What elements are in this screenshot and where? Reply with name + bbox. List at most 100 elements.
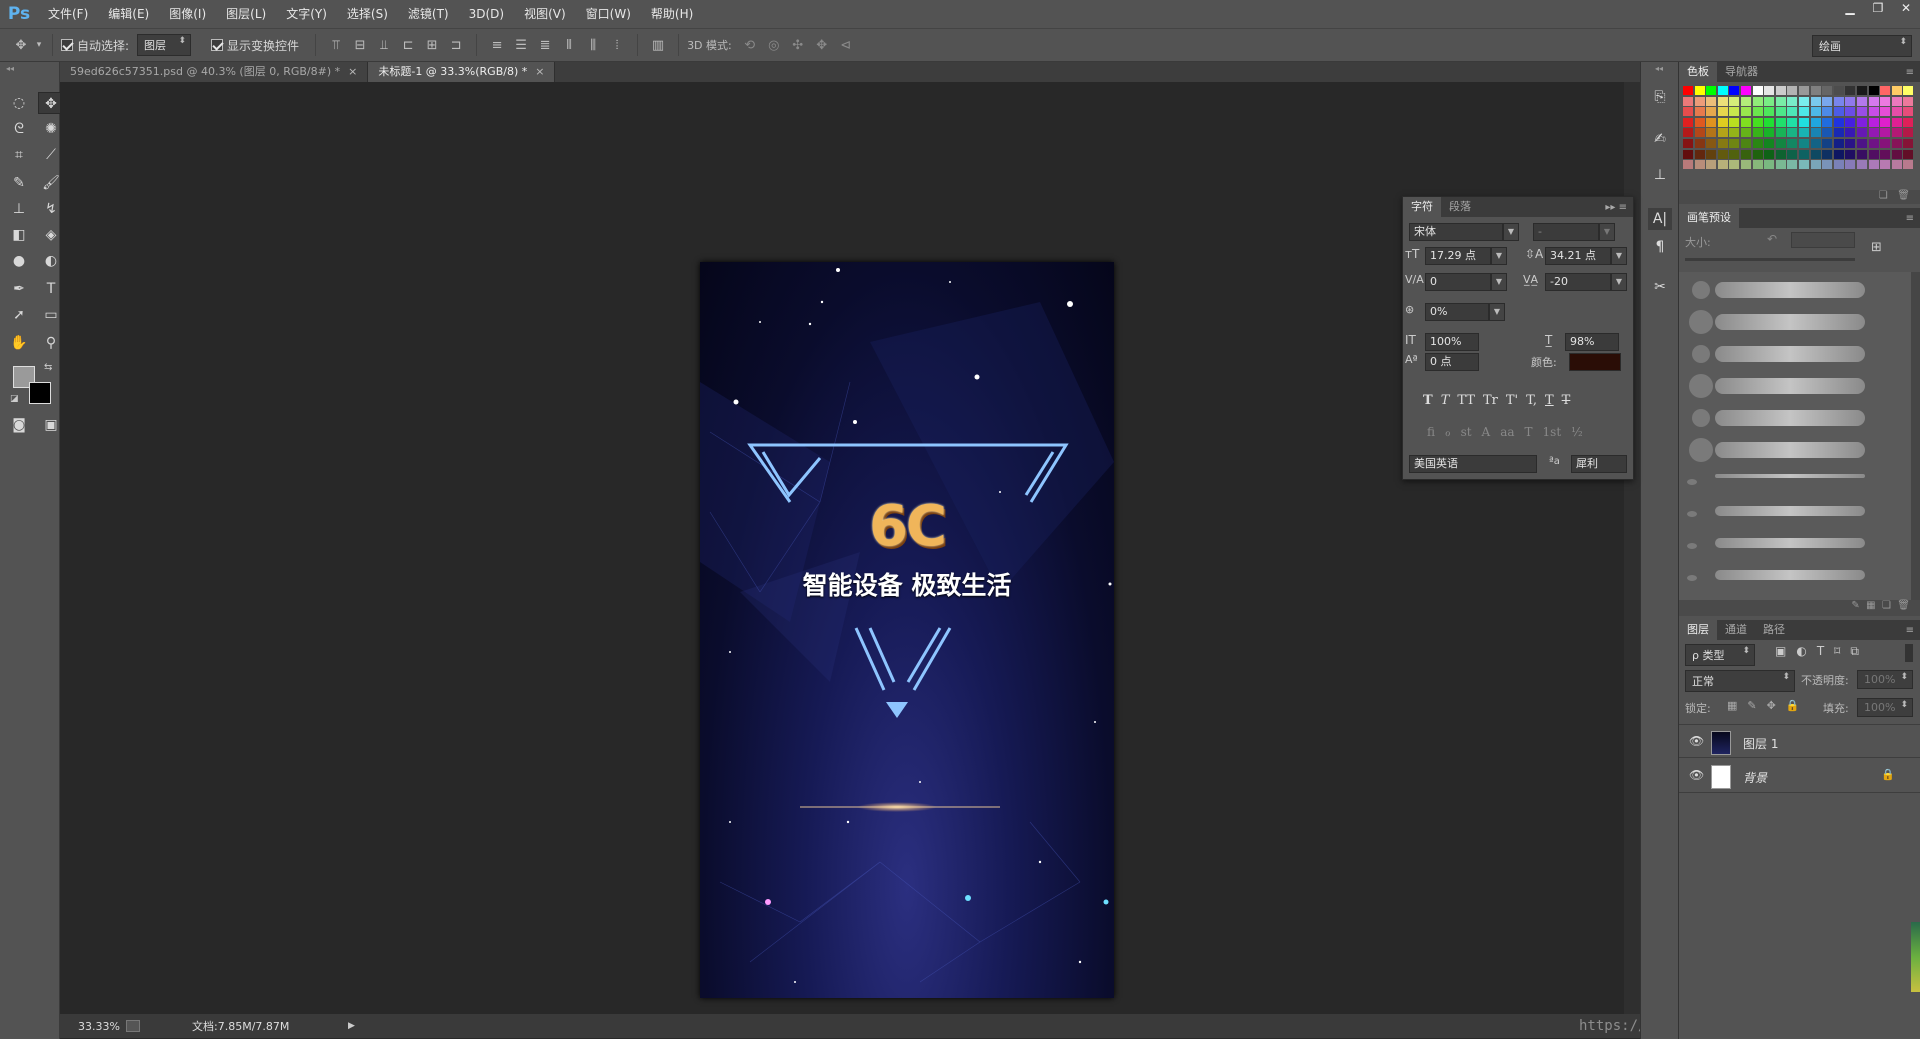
color-swatch[interactable] bbox=[1741, 149, 1751, 159]
color-swatch[interactable] bbox=[1741, 128, 1751, 138]
color-swatch[interactable] bbox=[1880, 86, 1891, 95]
layer-row[interactable]: 👁 背景 🔒 bbox=[1679, 759, 1920, 793]
color-swatch[interactable] bbox=[1845, 117, 1856, 127]
color-swatch[interactable] bbox=[1810, 160, 1821, 170]
tool-preset-chevron-icon[interactable]: ▾ bbox=[34, 40, 44, 50]
color-swatch[interactable] bbox=[1694, 160, 1705, 170]
brush-preset[interactable] bbox=[1679, 406, 1911, 430]
lock-pixels-icon[interactable]: ✎ bbox=[1747, 699, 1756, 712]
chevron-down-icon[interactable]: ▼ bbox=[1489, 303, 1505, 321]
brush-preset[interactable] bbox=[1679, 310, 1911, 334]
color-swatch[interactable] bbox=[1799, 117, 1809, 127]
shape-filter-icon[interactable]: ⌑ bbox=[1834, 644, 1840, 659]
brush-preset[interactable] bbox=[1679, 438, 1911, 462]
lock-all-icon[interactable]: 🔒 bbox=[1786, 699, 1800, 712]
zoom-level[interactable]: 33.33% bbox=[60, 1020, 126, 1033]
color-swatch[interactable] bbox=[1891, 149, 1902, 159]
color-swatch[interactable] bbox=[1694, 128, 1705, 138]
color-swatch[interactable] bbox=[1741, 117, 1751, 127]
color-swatch[interactable] bbox=[1822, 160, 1833, 170]
align-bottom-icon[interactable]: ⫫ bbox=[372, 38, 396, 53]
tab-brush-presets[interactable]: 画笔预设 bbox=[1679, 208, 1739, 228]
tool-presets-icon[interactable]: ✂ bbox=[1648, 276, 1672, 298]
path-select-icon[interactable]: ➚ bbox=[6, 304, 32, 326]
color-swatch[interactable] bbox=[1752, 117, 1763, 127]
layer-filter-dropdown[interactable]: ρ 类型 bbox=[1685, 644, 1755, 666]
baseline-shift-field[interactable]: 0 点 bbox=[1425, 353, 1479, 371]
color-swatch[interactable] bbox=[1706, 96, 1717, 106]
healing-brush-icon[interactable]: ✎ bbox=[6, 172, 32, 194]
auto-align-icon[interactable]: ▥ bbox=[646, 38, 670, 53]
color-swatch[interactable] bbox=[1706, 160, 1717, 170]
color-swatch[interactable] bbox=[1775, 149, 1786, 159]
color-swatch[interactable] bbox=[1857, 96, 1867, 106]
color-swatch[interactable] bbox=[1717, 128, 1728, 138]
font-style-field[interactable]: - bbox=[1533, 223, 1599, 241]
color-swatch[interactable] bbox=[1891, 128, 1902, 138]
tab-document-1[interactable]: 59ed626c57351.psd @ 40.3% (图层 0, RGB/8#)… bbox=[60, 62, 369, 82]
underline-button[interactable]: T bbox=[1545, 393, 1554, 408]
color-swatch[interactable] bbox=[1833, 160, 1844, 170]
color-swatch[interactable] bbox=[1683, 149, 1693, 159]
auto-select-dropdown[interactable]: 图层 bbox=[137, 34, 192, 56]
color-swatch[interactable] bbox=[1857, 86, 1867, 95]
menu-layer[interactable]: 图层(L) bbox=[216, 0, 276, 28]
color-swatch[interactable] bbox=[1752, 107, 1763, 117]
color-swatch[interactable] bbox=[1810, 107, 1821, 117]
color-swatch[interactable] bbox=[1683, 117, 1693, 127]
3d-pan-icon[interactable]: ✣ bbox=[786, 38, 810, 53]
distribute-right-icon[interactable]: ⦙ bbox=[605, 38, 629, 53]
color-swatch[interactable] bbox=[1775, 86, 1786, 95]
color-swatch[interactable] bbox=[1868, 117, 1879, 127]
menu-image[interactable]: 图像(I) bbox=[159, 0, 216, 28]
color-swatch[interactable] bbox=[1764, 107, 1775, 117]
color-swatch[interactable] bbox=[1752, 149, 1763, 159]
color-swatch[interactable] bbox=[1752, 128, 1763, 138]
discretionary-ligatures-button[interactable]: ℴ bbox=[1445, 425, 1451, 439]
distribute-bottom-icon[interactable]: ≣ bbox=[533, 38, 557, 53]
vertical-scale-field[interactable]: 100% bbox=[1425, 333, 1479, 351]
align-right-icon[interactable]: ⊐ bbox=[444, 38, 468, 53]
brush-preset[interactable] bbox=[1679, 566, 1911, 590]
marquee-tool-icon[interactable]: ◌ bbox=[6, 92, 32, 114]
ordinals-button[interactable]: 1st bbox=[1543, 425, 1562, 439]
color-swatch[interactable] bbox=[1752, 139, 1763, 148]
color-swatch[interactable] bbox=[1787, 117, 1798, 127]
color-swatch[interactable] bbox=[1845, 160, 1856, 170]
brush-preset[interactable] bbox=[1679, 502, 1911, 526]
color-swatch[interactable] bbox=[1833, 117, 1844, 127]
titling-alternates-button[interactable]: T bbox=[1525, 425, 1533, 439]
brush-size-field[interactable] bbox=[1791, 232, 1855, 248]
color-swatch[interactable] bbox=[1845, 96, 1856, 106]
new-swatch-icon[interactable]: ❏ bbox=[1879, 190, 1888, 201]
adjustment-filter-icon[interactable]: ◐ bbox=[1796, 644, 1806, 659]
color-swatch[interactable] bbox=[1868, 128, 1879, 138]
panel-menu-icon[interactable]: ≡ bbox=[1906, 625, 1914, 636]
menu-type[interactable]: 文字(Y) bbox=[276, 0, 337, 28]
brush-list-scrollbar[interactable] bbox=[1911, 272, 1920, 606]
color-swatch[interactable] bbox=[1833, 139, 1844, 148]
layer-name[interactable]: 图层 1 bbox=[1743, 735, 1778, 752]
brush-settings-icon[interactable]: ⊞ bbox=[1871, 240, 1882, 255]
color-swatch[interactable] bbox=[1729, 86, 1740, 95]
3d-slide-icon[interactable]: ✥ bbox=[810, 38, 834, 53]
poster-canvas[interactable]: 6C 智能设备 极致生活 bbox=[700, 262, 1114, 998]
color-swatch[interactable] bbox=[1903, 86, 1914, 95]
chevron-down-icon[interactable]: ▼ bbox=[1599, 223, 1615, 241]
color-swatch[interactable] bbox=[1752, 86, 1763, 95]
color-swatch[interactable] bbox=[1683, 139, 1693, 148]
color-swatch[interactable] bbox=[1845, 128, 1856, 138]
align-top-icon[interactable]: ⫪ bbox=[324, 38, 348, 53]
color-swatch[interactable] bbox=[1903, 160, 1914, 170]
color-swatch[interactable] bbox=[1822, 139, 1833, 148]
faux-italic-button[interactable]: T bbox=[1441, 393, 1450, 408]
swash-button[interactable]: A bbox=[1482, 425, 1491, 439]
color-swatch[interactable] bbox=[1845, 107, 1856, 117]
color-swatch[interactable] bbox=[1764, 139, 1775, 148]
chevron-down-icon[interactable]: ▼ bbox=[1611, 247, 1627, 265]
strikethrough-button[interactable]: T bbox=[1562, 393, 1571, 408]
ligatures-button[interactable]: fi bbox=[1427, 425, 1435, 439]
color-swatch[interactable] bbox=[1891, 117, 1902, 127]
brush-preset[interactable] bbox=[1679, 470, 1911, 494]
tab-navigator[interactable]: 导航器 bbox=[1717, 62, 1766, 82]
